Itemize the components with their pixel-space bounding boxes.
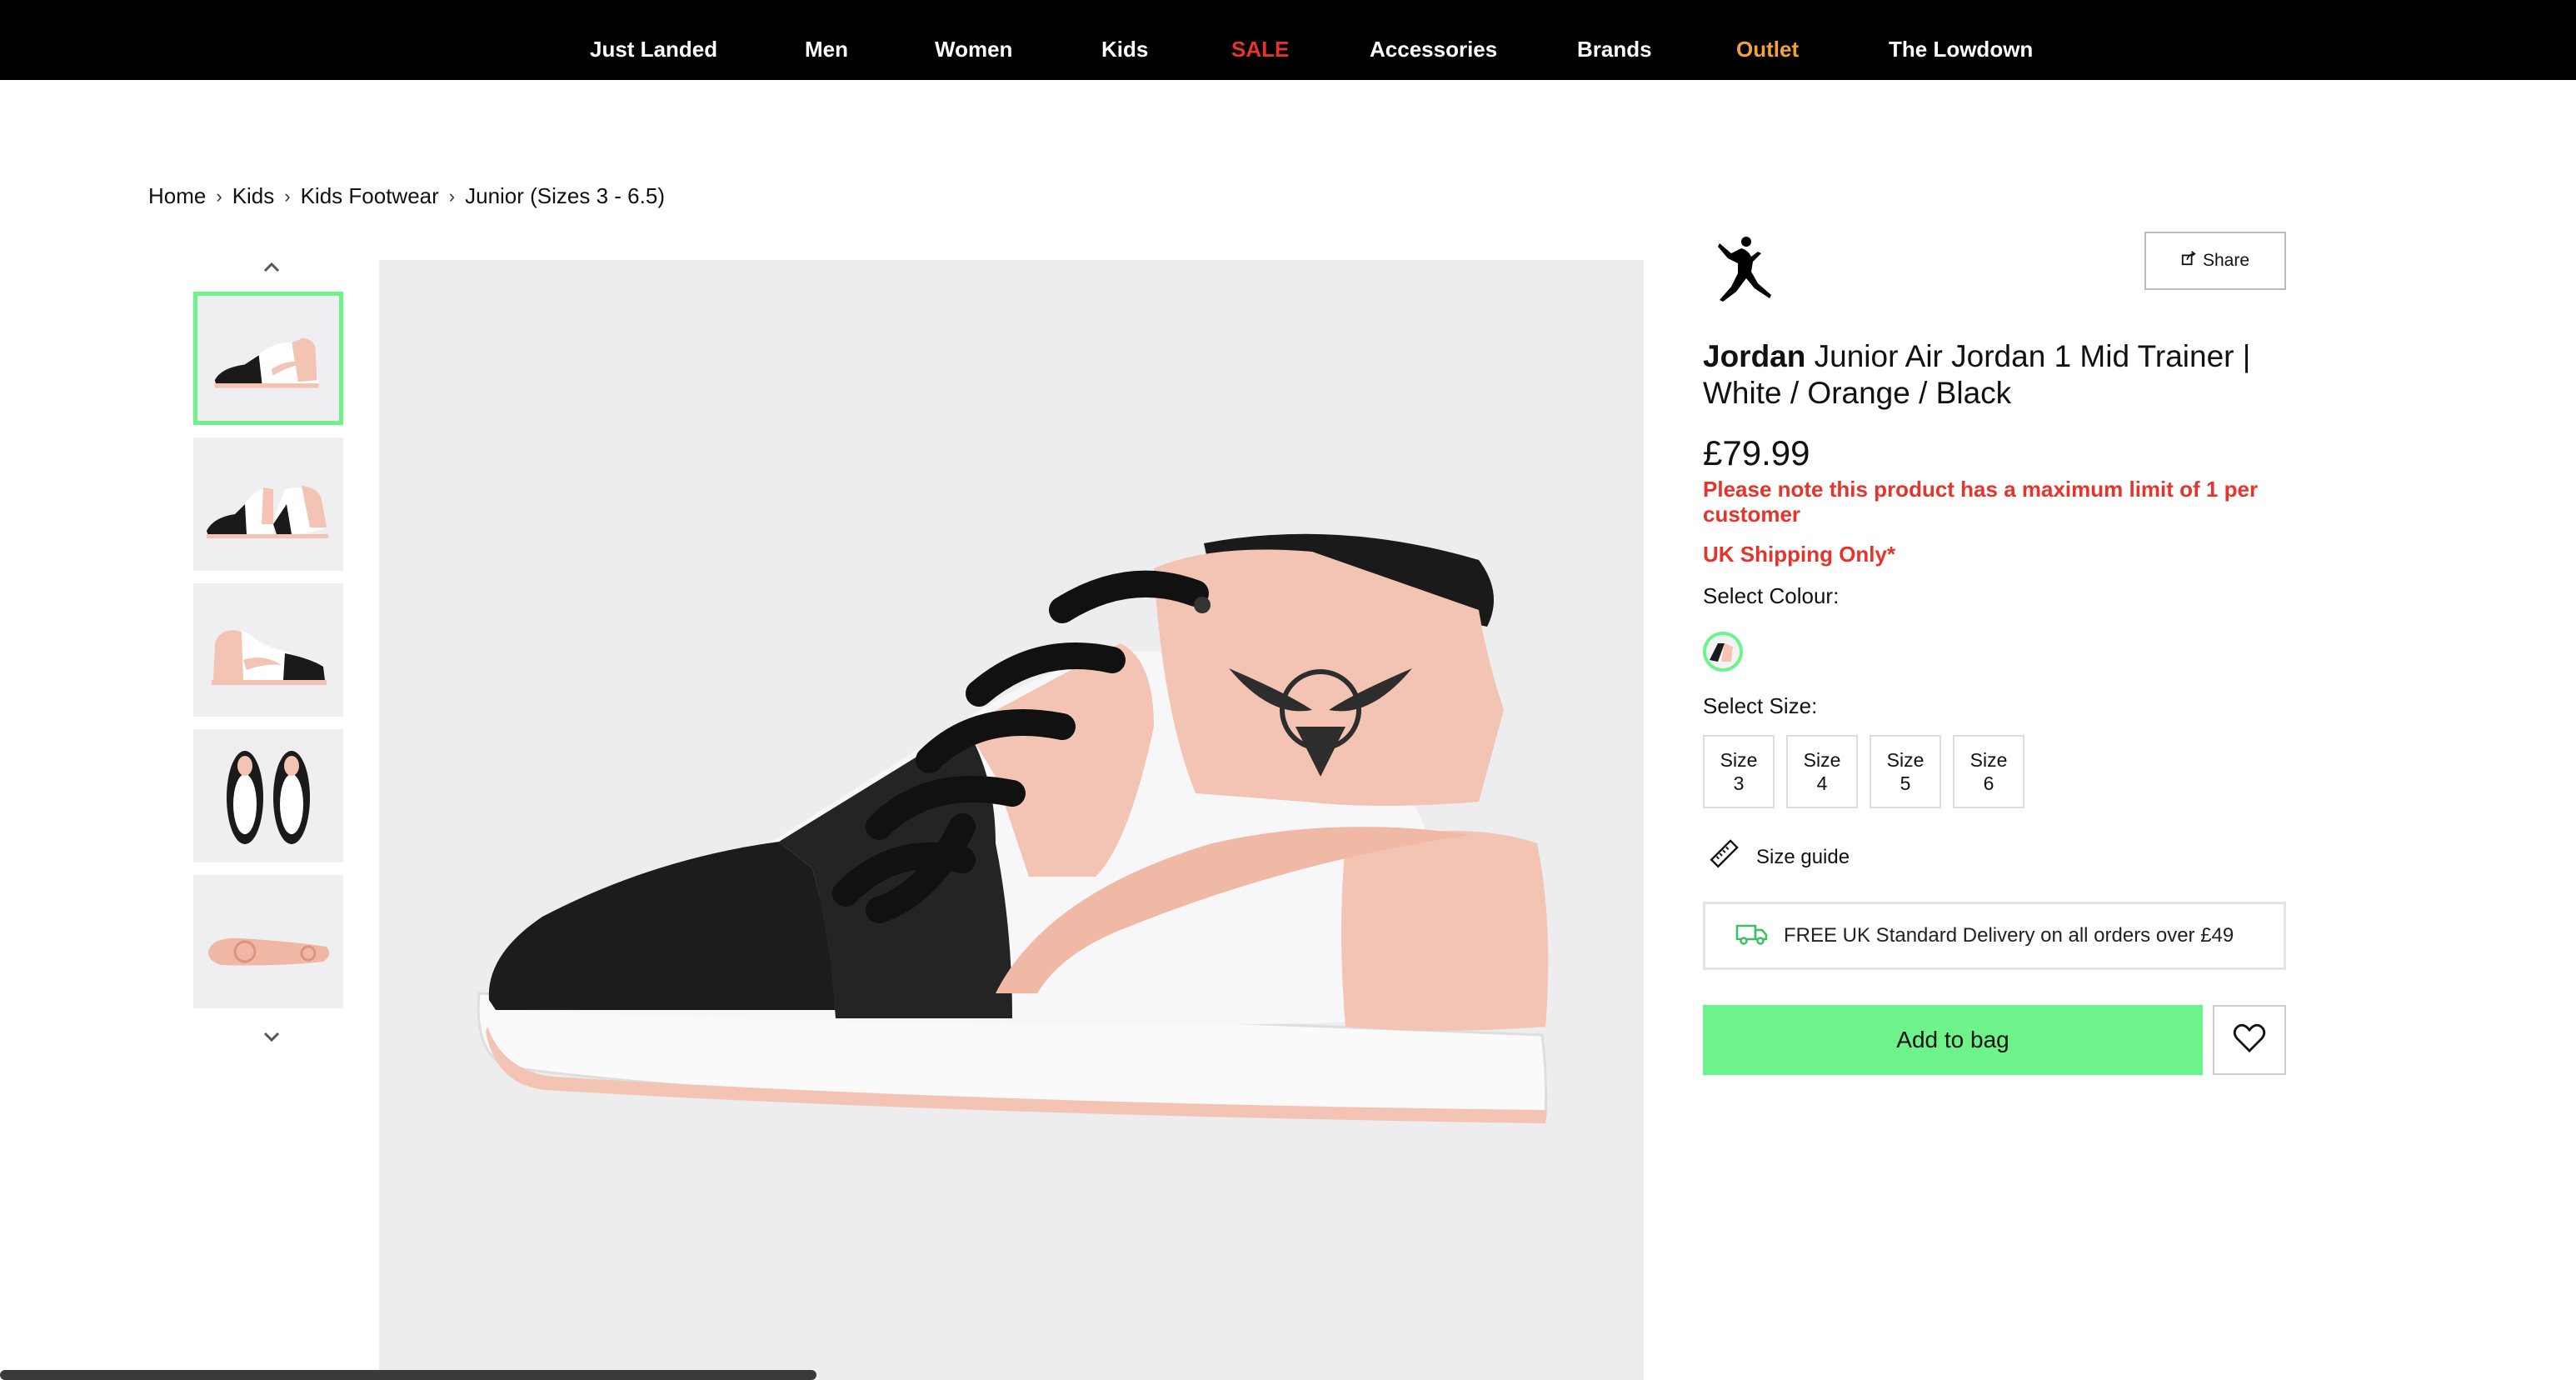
truck-icon [1735, 921, 1769, 952]
breadcrumb-separator: › [284, 185, 291, 207]
top-navigation: Just Landed Men Women Kids SALE Accessor… [0, 0, 2576, 80]
thumbnail-side-view[interactable] [193, 292, 343, 425]
size-option-label: Size [1969, 749, 2008, 771]
nav-item-brands[interactable]: Brands [1577, 37, 1652, 62]
size-option-6[interactable]: Size 6 [1953, 735, 2024, 808]
product-brand: Jordan [1703, 339, 1806, 373]
delivery-info: FREE UK Standard Delivery on all orders … [1703, 902, 2286, 970]
product-title: Jordan Junior Air Jordan 1 Mid Trainer |… [1703, 338, 2253, 412]
nav-item-outlet[interactable]: Outlet [1736, 37, 1799, 62]
purchase-limit-note: Please note this product has a maximum l… [1703, 477, 2259, 527]
nav-item-women[interactable]: Women [935, 37, 1012, 62]
nav-item-accessories[interactable]: Accessories [1370, 37, 1497, 62]
thumbnail-pair-view[interactable] [193, 438, 343, 571]
nav-item-just-landed[interactable]: Just Landed [590, 37, 717, 62]
product-price: £79.99 [1703, 433, 1810, 472]
thumbnail-inner-side-view[interactable] [193, 583, 343, 717]
size-option-4[interactable]: Size 4 [1786, 735, 1858, 808]
size-option-label: Size [1720, 749, 1758, 771]
share-button[interactable]: Share [2144, 232, 2286, 290]
ruler-icon [1708, 838, 1740, 876]
size-option-label: Size [1886, 749, 1925, 771]
chevron-up-icon[interactable] [258, 253, 285, 280]
nav-item-men[interactable]: Men [805, 37, 848, 62]
size-option-5[interactable]: Size 5 [1870, 735, 1941, 808]
nav-item-kids[interactable]: Kids [1101, 37, 1148, 62]
thumbnail-sole-view[interactable] [193, 875, 343, 1008]
shipping-note: UK Shipping Only* [1703, 542, 1896, 567]
breadcrumb-home[interactable]: Home [148, 183, 206, 209]
size-option-value: 5 [1900, 772, 1911, 794]
breadcrumb-separator: › [448, 185, 456, 207]
share-icon [2181, 251, 2196, 271]
size-option-label: Size [1803, 749, 1841, 771]
main-product-image[interactable] [379, 260, 1644, 1380]
size-option-3[interactable]: Size 3 [1703, 735, 1775, 808]
jumpman-logo[interactable] [1703, 235, 1775, 307]
heart-icon [2233, 1023, 2266, 1058]
size-option-value: 6 [1983, 772, 1994, 794]
select-colour-label: Select Colour: [1703, 583, 1840, 608]
size-option-value: 3 [1733, 772, 1745, 794]
size-option-value: 4 [1816, 772, 1828, 794]
share-label: Share [2202, 251, 2250, 270]
wishlist-button[interactable] [2213, 1005, 2286, 1075]
horizontal-scrollbar[interactable] [0, 1370, 816, 1380]
breadcrumb-junior[interactable]: Junior (Sizes 3 - 6.5) [465, 183, 665, 209]
size-guide-link[interactable]: Size guide [1708, 838, 1850, 876]
chevron-down-icon[interactable] [258, 1023, 285, 1050]
breadcrumb-kids-footwear[interactable]: Kids Footwear [301, 183, 439, 209]
breadcrumb-kids[interactable]: Kids [232, 183, 275, 209]
select-size-label: Select Size: [1703, 693, 1818, 718]
thumbnail-top-view[interactable] [193, 729, 343, 862]
delivery-text: FREE UK Standard Delivery on all orders … [1784, 924, 2234, 947]
nav-item-the-lowdown[interactable]: The Lowdown [1889, 37, 2033, 62]
colour-swatch-white-orange-black[interactable] [1703, 632, 1743, 672]
breadcrumb-separator: › [216, 185, 222, 207]
nav-item-sale[interactable]: SALE [1231, 37, 1289, 62]
breadcrumb: Home › Kids › Kids Footwear › Junior (Si… [148, 183, 665, 209]
size-guide-label: Size guide [1756, 845, 1850, 868]
add-to-bag-button[interactable]: Add to bag [1703, 1005, 2203, 1075]
